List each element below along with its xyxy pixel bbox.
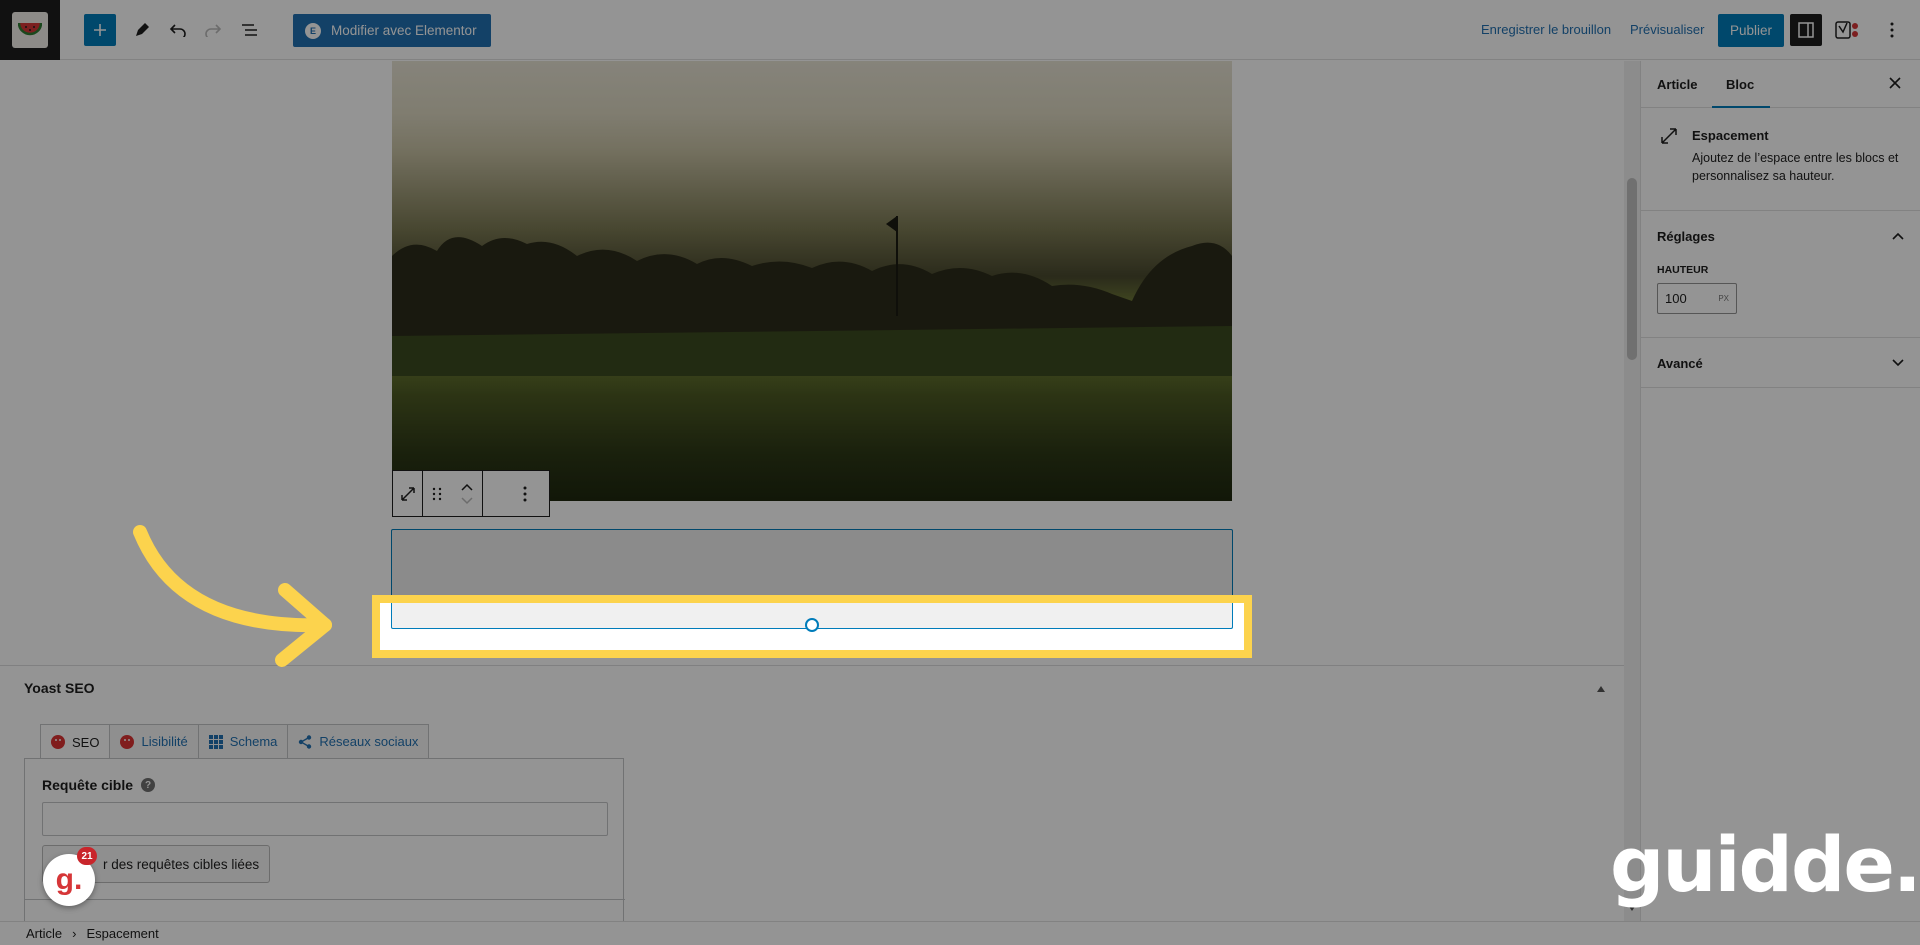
tree-line-illustration bbox=[392, 216, 1232, 376]
sidebar-icon bbox=[1798, 22, 1814, 38]
settings-panel-body: HAUTEUR 100 PX bbox=[1641, 261, 1920, 338]
publish-button[interactable]: Publier bbox=[1718, 14, 1785, 47]
yoast-icon bbox=[1835, 21, 1858, 39]
block-card-title: Espacement bbox=[1692, 128, 1769, 143]
plus-icon bbox=[94, 24, 106, 36]
seo-tab-panel: Requête cible ? r des requêtes cibles li… bbox=[24, 758, 625, 921]
scrollbar-thumb[interactable] bbox=[1627, 178, 1637, 360]
block-inserter-button[interactable] bbox=[84, 14, 116, 46]
yoast-tabs: SEO Lisibilité Schema Réseaux sociaux bbox=[40, 724, 430, 759]
yoast-seo-metabox: Yoast SEO SEO Lisibilité Schema Réseaux … bbox=[0, 665, 1624, 921]
move-up-icon[interactable] bbox=[461, 483, 473, 491]
undo-button[interactable] bbox=[162, 14, 194, 46]
block-options-button[interactable] bbox=[501, 471, 549, 516]
close-icon[interactable] bbox=[1887, 75, 1903, 91]
height-input[interactable]: 100 PX bbox=[1657, 283, 1737, 314]
add-related-keyphrase-label: r des requêtes cibles liées bbox=[103, 856, 260, 872]
share-icon bbox=[299, 734, 312, 749]
settings-panel-title: Réglages bbox=[1657, 229, 1715, 244]
collapse-toggle-icon[interactable] bbox=[1597, 686, 1605, 692]
panel-divider bbox=[25, 899, 625, 900]
spacer-resize-icon bbox=[400, 486, 415, 501]
site-logo-button[interactable] bbox=[0, 0, 60, 60]
breadcrumb-spacer[interactable]: Espacement bbox=[86, 926, 158, 941]
golf-course-image[interactable] bbox=[392, 61, 1232, 501]
advanced-panel-title: Avancé bbox=[1657, 356, 1703, 371]
sad-face-icon bbox=[120, 734, 135, 749]
chevron-up-icon bbox=[1892, 232, 1904, 240]
breadcrumb-separator: › bbox=[72, 926, 77, 941]
guidde-avatar-letter: g. bbox=[55, 863, 83, 896]
keyphrase-input[interactable] bbox=[42, 802, 608, 836]
pointer-arrow-icon bbox=[133, 525, 332, 667]
sidebar-tabs: Article Bloc bbox=[1641, 61, 1920, 108]
chevron-down-icon bbox=[1892, 359, 1904, 367]
guidde-watermark: guidde. bbox=[1610, 820, 1920, 909]
move-down-icon[interactable] bbox=[461, 496, 473, 505]
editor-header: E Modifier avec Elementor Enregistrer le… bbox=[0, 0, 1920, 60]
yoast-sidebar-button[interactable] bbox=[1832, 14, 1864, 46]
edit-with-elementor-label: Modifier avec Elementor bbox=[331, 23, 477, 38]
save-draft-button[interactable]: Enregistrer le brouillon bbox=[1481, 22, 1611, 37]
advanced-panel-toggle[interactable]: Avancé bbox=[1641, 338, 1920, 388]
sad-face-icon bbox=[51, 735, 65, 749]
elementor-icon: E bbox=[305, 22, 321, 39]
grid-icon bbox=[208, 734, 223, 749]
block-breadcrumb: Article › Espacement bbox=[0, 921, 1920, 945]
height-value: 100 bbox=[1665, 291, 1687, 306]
settings-panel-toggle[interactable]: Réglages bbox=[1641, 211, 1920, 261]
settings-sidebar: Article Bloc Espacement Ajoutez de l’esp… bbox=[1640, 61, 1920, 921]
keyphrase-label: Requête cible ? bbox=[42, 777, 156, 793]
watermelon-logo-icon bbox=[12, 12, 48, 48]
tools-button[interactable] bbox=[126, 14, 158, 46]
yoast-metabox-title[interactable]: Yoast SEO bbox=[24, 680, 95, 696]
move-controls bbox=[423, 471, 483, 516]
preview-button[interactable]: Prévisualiser bbox=[1630, 22, 1704, 37]
move-arrows bbox=[461, 483, 473, 505]
tab-social[interactable]: Réseaux sociaux bbox=[287, 724, 430, 758]
tab-readability-label: Lisibilité bbox=[141, 734, 188, 749]
tab-seo-label: SEO bbox=[72, 734, 100, 750]
redo-button[interactable] bbox=[197, 14, 229, 46]
tab-block[interactable]: Bloc bbox=[1726, 77, 1754, 92]
tab-schema-label: Schema bbox=[229, 734, 278, 749]
breadcrumb-article[interactable]: Article bbox=[26, 926, 62, 941]
keyphrase-label-text: Requête cible bbox=[42, 777, 134, 793]
redo-icon bbox=[205, 24, 222, 37]
tab-seo[interactable]: SEO bbox=[40, 724, 111, 759]
block-type-button[interactable] bbox=[393, 471, 423, 516]
settings-sidebar-toggle[interactable] bbox=[1790, 14, 1822, 46]
highlighted-resize-handle[interactable] bbox=[805, 618, 819, 632]
block-card-description: Ajoutez de l’espace entre les blocs et p… bbox=[1692, 151, 1899, 183]
spacer-resize-icon bbox=[1661, 128, 1677, 144]
tab-readability[interactable]: Lisibilité bbox=[109, 724, 199, 758]
pencil-icon bbox=[136, 23, 149, 36]
tab-social-label: Réseaux sociaux bbox=[319, 734, 419, 749]
block-card: Espacement Ajoutez de l’espace entre les… bbox=[1641, 108, 1920, 211]
tab-article[interactable]: Article bbox=[1657, 77, 1697, 92]
more-options-icon bbox=[523, 486, 527, 501]
vertical-ellipsis-icon bbox=[1890, 22, 1894, 38]
undo-icon bbox=[169, 24, 186, 37]
height-label: HAUTEUR bbox=[1657, 264, 1709, 276]
block-toolbar bbox=[392, 470, 550, 517]
height-unit[interactable]: PX bbox=[1718, 294, 1729, 303]
list-view-icon bbox=[242, 24, 257, 36]
tab-schema[interactable]: Schema bbox=[197, 724, 289, 758]
document-overview-button[interactable] bbox=[234, 14, 266, 46]
notification-badge: 21 bbox=[77, 847, 97, 865]
help-icon[interactable]: ? bbox=[141, 778, 156, 792]
options-menu-button[interactable] bbox=[1876, 14, 1908, 46]
drag-handle-icon[interactable] bbox=[432, 487, 442, 501]
edit-with-elementor-button[interactable]: E Modifier avec Elementor bbox=[293, 14, 491, 47]
